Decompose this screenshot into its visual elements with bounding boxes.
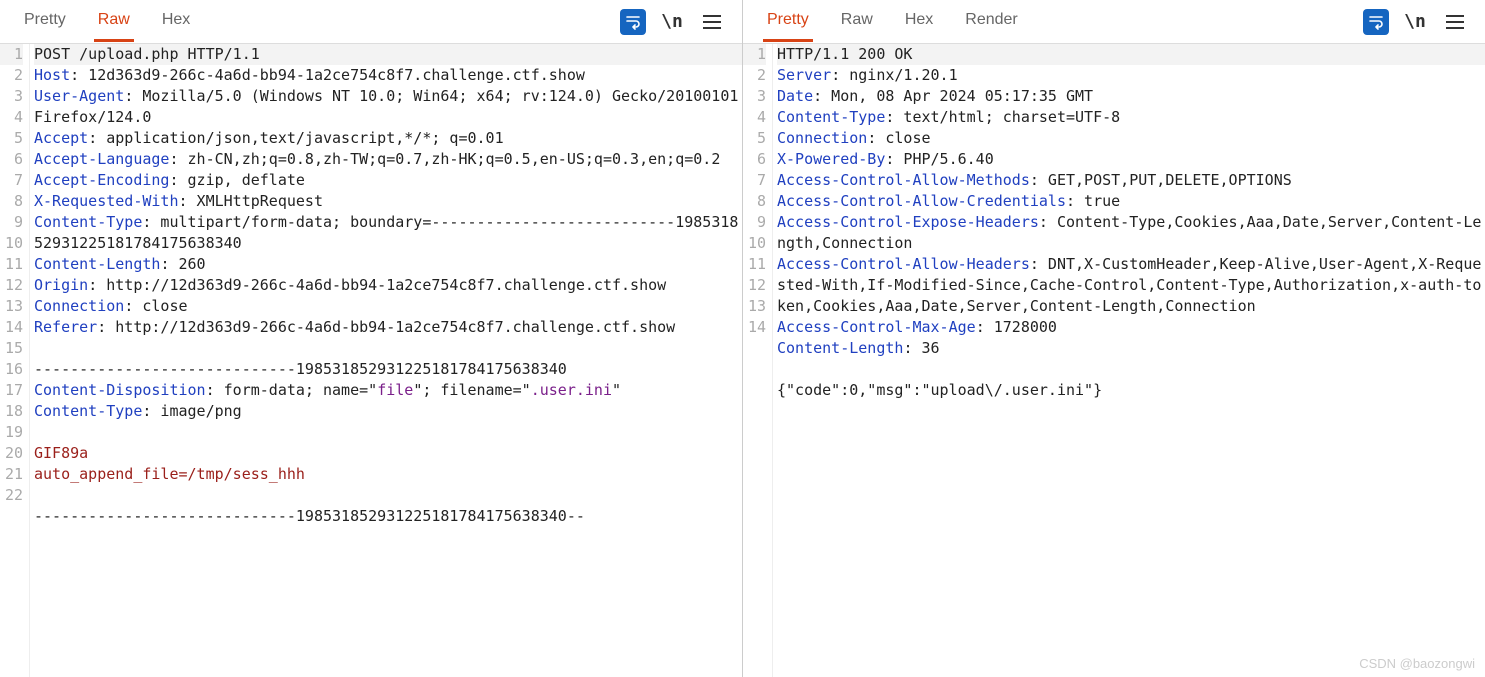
- request-editor[interactable]: 12345678910111213141516171819202122 POST…: [0, 44, 742, 677]
- wrap-icon[interactable]: [1363, 9, 1389, 35]
- tab-pretty[interactable]: Pretty: [20, 1, 70, 42]
- menu-icon[interactable]: [698, 8, 726, 36]
- response-tabs: Pretty Raw Hex Render: [763, 1, 1363, 42]
- request-tabs: Pretty Raw Hex: [20, 1, 620, 42]
- tab-pretty[interactable]: Pretty: [763, 1, 813, 42]
- newline-icon[interactable]: \n: [658, 8, 686, 36]
- menu-icon[interactable]: [1441, 8, 1469, 36]
- request-toolbar: \n: [620, 8, 726, 36]
- watermark: CSDN @baozongwi: [1359, 656, 1475, 671]
- split-container: Pretty Raw Hex \n 1234567891011121314151…: [0, 0, 1485, 677]
- response-tabbar: Pretty Raw Hex Render \n: [743, 0, 1485, 44]
- newline-icon[interactable]: \n: [1401, 8, 1429, 36]
- response-editor[interactable]: 1234567891011121314 HTTP/1.1 200 OKServe…: [743, 44, 1485, 677]
- tab-raw[interactable]: Raw: [837, 1, 877, 42]
- response-toolbar: \n: [1363, 8, 1469, 36]
- wrap-icon[interactable]: [620, 9, 646, 35]
- tab-hex[interactable]: Hex: [158, 1, 194, 42]
- request-code[interactable]: POST /upload.php HTTP/1.1Host: 12d363d9-…: [30, 44, 742, 677]
- tab-hex[interactable]: Hex: [901, 1, 937, 42]
- response-code[interactable]: HTTP/1.1 200 OKServer: nginx/1.20.1Date:…: [773, 44, 1485, 677]
- response-panel: Pretty Raw Hex Render \n 123456789101112…: [743, 0, 1485, 677]
- tab-raw[interactable]: Raw: [94, 1, 134, 42]
- response-gutter: 1234567891011121314: [743, 44, 773, 677]
- request-tabbar: Pretty Raw Hex \n: [0, 0, 742, 44]
- request-panel: Pretty Raw Hex \n 1234567891011121314151…: [0, 0, 743, 677]
- request-gutter: 12345678910111213141516171819202122: [0, 44, 30, 677]
- tab-render[interactable]: Render: [961, 1, 1021, 42]
